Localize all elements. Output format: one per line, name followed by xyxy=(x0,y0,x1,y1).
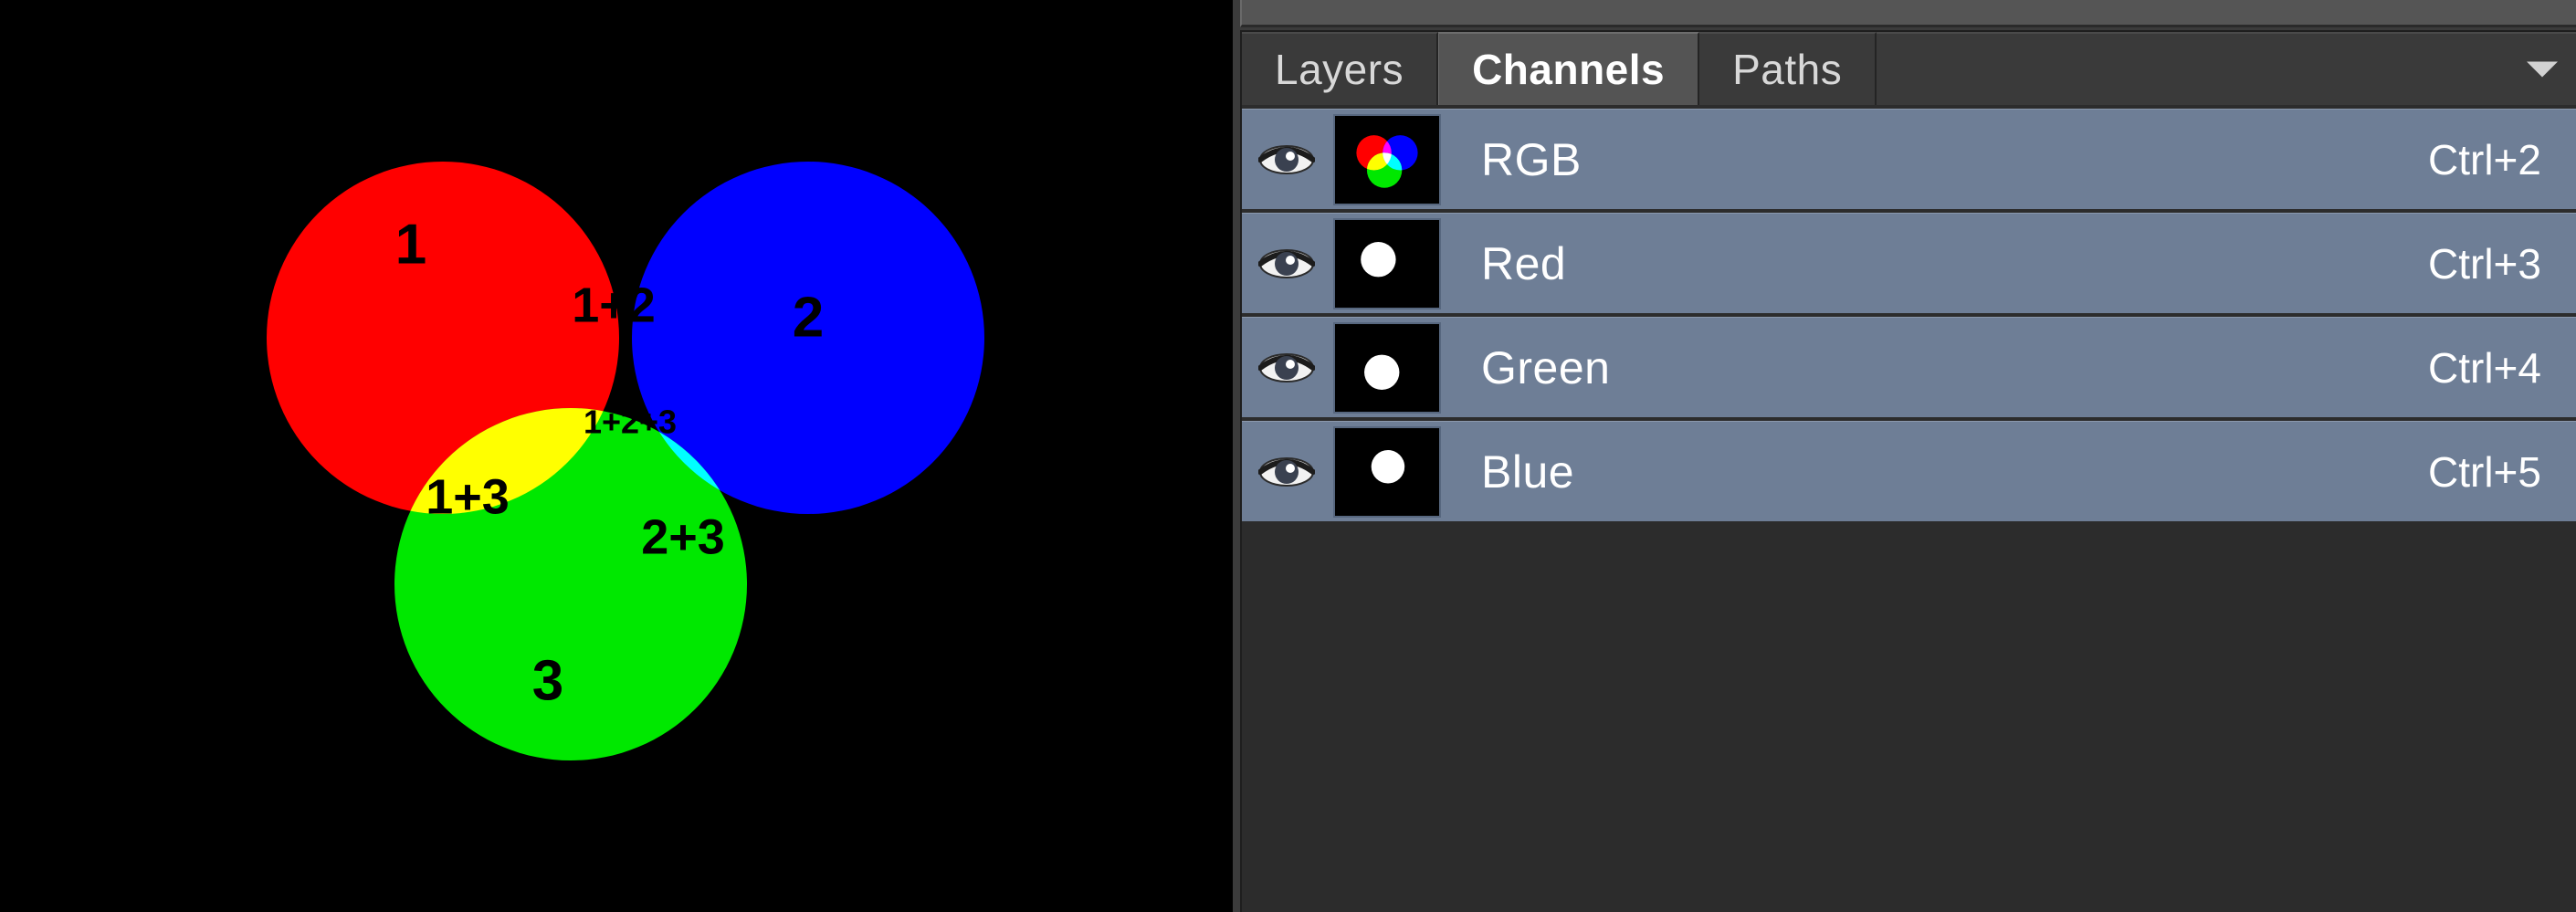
chevron-down-icon[interactable] xyxy=(2527,61,2558,78)
channel-thumbnail-blue[interactable] xyxy=(1333,425,1441,518)
eye-icon[interactable] xyxy=(1242,350,1331,386)
table-row[interactable]: RGB Ctrl+2 xyxy=(1242,109,2576,213)
venn-label-1-3: 1+3 xyxy=(426,469,510,524)
panel-tab-strip: Layers Channels Paths xyxy=(1240,30,2576,105)
channel-name: Green xyxy=(1481,341,1611,393)
channel-name: Blue xyxy=(1481,446,1575,498)
tab-paths[interactable]: Paths xyxy=(1699,32,1877,105)
venn-label-2: 2 xyxy=(793,286,824,349)
venn-label-1: 1 xyxy=(395,213,426,276)
channel-thumbnail-red[interactable] xyxy=(1333,217,1441,309)
venn-label-2-3: 2+3 xyxy=(641,509,725,564)
eye-icon[interactable] xyxy=(1242,246,1331,282)
eye-icon[interactable] xyxy=(1242,142,1331,178)
tab-strip-filler xyxy=(1877,32,2576,105)
venn-label-1-2: 1+2 xyxy=(572,278,656,332)
table-row[interactable]: Blue Ctrl+5 xyxy=(1242,421,2576,525)
eye-icon[interactable] xyxy=(1242,454,1331,490)
tab-paths-label: Paths xyxy=(1732,46,1843,93)
channel-name: RGB xyxy=(1481,133,1582,185)
venn-label-1-2-3: 1+2+3 xyxy=(584,404,677,441)
channel-shortcut: Ctrl+2 xyxy=(2428,135,2541,183)
channels-dock-panel: Layers Channels Paths RGB Ctrl+2 Red Ctr… xyxy=(1233,0,2576,912)
channel-thumbnail-rgb[interactable] xyxy=(1333,113,1441,205)
channel-shortcut: Ctrl+3 xyxy=(2428,239,2541,288)
channel-list: RGB Ctrl+2 Red Ctrl+3 Green Ctrl+4 Blue … xyxy=(1240,105,2576,912)
venn-label-3: 3 xyxy=(532,649,563,712)
dock-title-bar xyxy=(1240,0,2576,27)
channel-shortcut: Ctrl+4 xyxy=(2428,343,2541,392)
channel-thumbnail-green[interactable] xyxy=(1333,321,1441,414)
tab-channels-label: Channels xyxy=(1472,46,1666,93)
additive-color-venn-diagram: 1 2 3 1+2 1+3 2+3 1+2+3 xyxy=(0,0,1233,912)
image-canvas[interactable]: 1 2 3 1+2 1+3 2+3 1+2+3 xyxy=(0,0,1233,912)
channel-shortcut: Ctrl+5 xyxy=(2428,447,2541,496)
tab-layers[interactable]: Layers xyxy=(1242,32,1439,105)
tab-layers-label: Layers xyxy=(1275,46,1404,93)
table-row[interactable]: Green Ctrl+4 xyxy=(1242,317,2576,421)
table-row[interactable]: Red Ctrl+3 xyxy=(1242,213,2576,317)
channel-name: Red xyxy=(1481,237,1567,289)
tab-channels[interactable]: Channels xyxy=(1438,32,1700,105)
